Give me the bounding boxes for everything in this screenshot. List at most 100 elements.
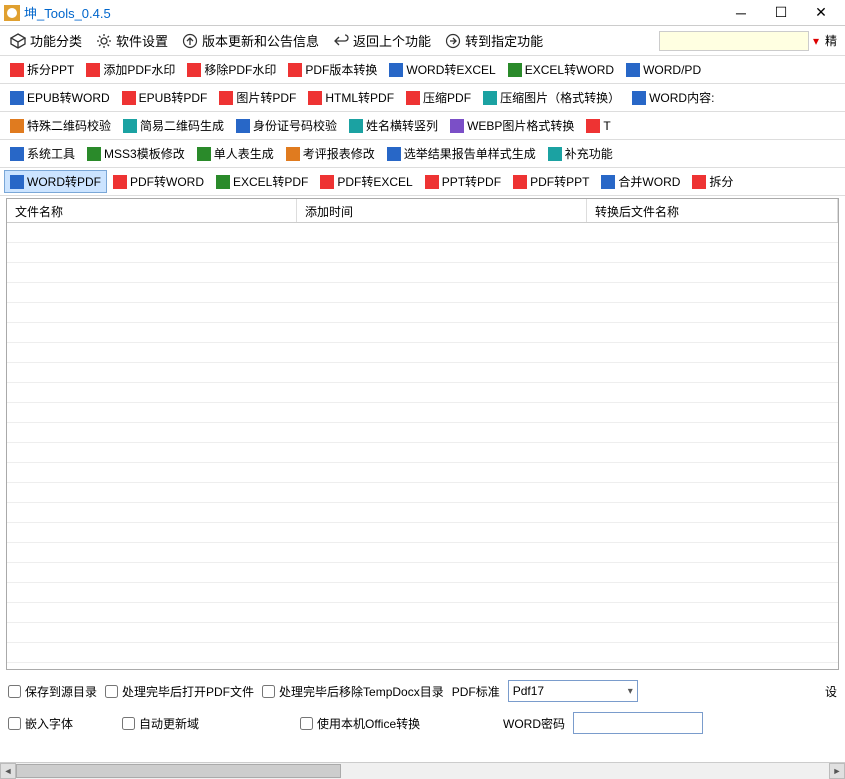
tool-ppt[interactable]: 拆分PPT	[4, 58, 80, 81]
window-title: 坤_Tools_0.4.5	[24, 3, 721, 22]
tool-wordexcel[interactable]: WORD转EXCEL	[383, 58, 501, 81]
tool-pdfexcel[interactable]: PDF转EXCEL	[314, 170, 418, 193]
back-arrow-icon	[333, 33, 349, 49]
tool-icon	[123, 119, 137, 133]
tool-label: 补充功能	[565, 145, 613, 162]
tool-[interactable]: 单人表生成	[191, 142, 280, 165]
table-body[interactable]	[7, 223, 838, 669]
chk-embed-font[interactable]: 嵌入字体	[8, 715, 114, 732]
col-outputname[interactable]: 转换后文件名称	[587, 199, 838, 222]
pdf-standard-combo[interactable]: Pdf17 ▾	[508, 680, 638, 702]
tool-[interactable]: 特殊二维码校验	[4, 114, 117, 137]
tool-label: 选举结果报告单样式生成	[404, 145, 536, 162]
tool-wordpd[interactable]: WORD/PD	[620, 60, 707, 80]
tool-label: 考评报表修改	[303, 145, 375, 162]
function-search-input[interactable]	[659, 31, 809, 51]
tool-icon	[632, 91, 646, 105]
tool-[interactable]: 系统工具	[4, 142, 81, 165]
tool-label: WORD/PD	[643, 63, 701, 77]
tool-label: PDF转EXCEL	[337, 173, 412, 190]
menu-label: 软件设置	[116, 31, 168, 50]
tool-epubpdf[interactable]: EPUB转PDF	[116, 86, 214, 109]
tool-pptpdf[interactable]: PPT转PDF	[419, 170, 507, 193]
scroll-right-button[interactable]: ►	[829, 763, 845, 779]
maximize-button[interactable]: ☐	[761, 1, 801, 25]
tool-pdfword[interactable]: PDF转WORD	[107, 170, 210, 193]
tool-excelpdf[interactable]: EXCEL转PDF	[210, 170, 314, 193]
close-button[interactable]: ✕	[801, 1, 841, 25]
tool-pdf[interactable]: 图片转PDF	[213, 86, 302, 109]
tool-pdf[interactable]: PDF版本转换	[282, 58, 383, 81]
tool-label: 身份证号码校验	[253, 117, 337, 134]
tool-mss3[interactable]: MSS3模板修改	[81, 142, 191, 165]
toolbar-row: 系统工具 MSS3模板修改单人表生成 考评报表修改 选举结果报告单样式生成 补充功能	[0, 140, 845, 168]
tool-label: MSS3模板修改	[104, 145, 185, 162]
tool-[interactable]: 补充功能	[542, 142, 619, 165]
tool-[interactable]: 简易二维码生成	[117, 114, 230, 137]
options-panel: 保存到源目录 处理完毕后打开PDF文件 处理完毕后移除TempDocx目录 PD…	[0, 676, 845, 738]
chk-remove-temp[interactable]: 处理完毕后移除TempDocx目录	[262, 683, 444, 700]
tool-excelword[interactable]: EXCEL转WORD	[502, 58, 620, 81]
title-bar: 坤_Tools_0.4.5 ─ ☐ ✕	[0, 0, 845, 26]
tool-[interactable]: 考评报表修改	[280, 142, 381, 165]
tool-t[interactable]: T	[580, 116, 616, 136]
tool-pdf[interactable]: 压缩PDF	[400, 86, 477, 109]
search-button[interactable]: 精	[821, 30, 841, 51]
word-password-input[interactable]	[573, 712, 703, 734]
toolbar-row: WORD转PDF PDF转WORD EXCEL转PDF PDF转EXCEL PPT转PD…	[0, 168, 845, 196]
tool-htmlpdf[interactable]: HTML转PDF	[302, 86, 400, 109]
tool-label: PDF转WORD	[130, 173, 204, 190]
tool-icon	[548, 147, 562, 161]
tool-label: 拆分	[709, 173, 733, 190]
search-marker: ▾	[813, 34, 819, 48]
menu-settings[interactable]: 软件设置	[90, 29, 174, 52]
tool-icon	[87, 147, 101, 161]
tool-epubword[interactable]: EPUB转WORD	[4, 86, 116, 109]
tool-icon	[601, 175, 615, 189]
horizontal-scrollbar[interactable]: ◄ ►	[0, 762, 845, 778]
chk-use-local-office[interactable]: 使用本机Office转换	[300, 715, 495, 732]
tool-[interactable]: 拆分	[686, 170, 739, 193]
tool-word[interactable]: 合并WORD	[595, 170, 686, 193]
tool-pdf[interactable]: 添加PDF水印	[80, 58, 181, 81]
up-arrow-icon	[182, 33, 198, 49]
tool-label: T	[603, 119, 610, 133]
tool-icon	[10, 63, 24, 77]
scroll-track[interactable]	[16, 763, 829, 779]
tool-[interactable]: 压缩图片（格式转换）	[477, 86, 626, 109]
tool-webp[interactable]: WEBP图片格式转换	[444, 114, 580, 137]
minimize-button[interactable]: ─	[721, 1, 761, 25]
tool-[interactable]: 身份证号码校验	[230, 114, 343, 137]
chk-auto-update-field[interactable]: 自动更新域	[122, 715, 292, 732]
tool-icon	[236, 119, 250, 133]
menu-update[interactable]: 版本更新和公告信息	[176, 29, 325, 52]
tool-icon	[122, 91, 136, 105]
col-filename[interactable]: 文件名称	[7, 199, 297, 222]
tool-pdfppt[interactable]: PDF转PPT	[507, 170, 595, 193]
tool-label: 移除PDF水印	[204, 61, 276, 78]
menu-goto[interactable]: 转到指定功能	[439, 29, 549, 52]
tool-icon	[86, 63, 100, 77]
tool-icon	[349, 119, 363, 133]
menu-back[interactable]: 返回上个功能	[327, 29, 437, 52]
tool-[interactable]: 选举结果报告单样式生成	[381, 142, 542, 165]
settings-link[interactable]: 设	[825, 683, 837, 700]
tool-label: EXCEL转PDF	[233, 173, 308, 190]
col-addtime[interactable]: 添加时间	[297, 199, 587, 222]
tool-pdf[interactable]: 移除PDF水印	[181, 58, 282, 81]
chk-open-after[interactable]: 处理完毕后打开PDF文件	[105, 683, 254, 700]
gear-icon	[96, 33, 112, 49]
menu-category[interactable]: 功能分类	[4, 29, 88, 52]
chk-save-to-source[interactable]: 保存到源目录	[8, 683, 97, 700]
tool-label: EPUB转WORD	[27, 89, 110, 106]
tool-word[interactable]: WORD内容:	[626, 86, 720, 109]
tool-label: PDF转PPT	[530, 173, 589, 190]
cube-icon	[10, 33, 26, 49]
tool-wordpdf[interactable]: WORD转PDF	[4, 170, 107, 193]
tool-icon	[10, 147, 24, 161]
tool-label: 添加PDF水印	[103, 61, 175, 78]
scroll-thumb[interactable]	[16, 764, 341, 778]
tool-[interactable]: 姓名横转竖列	[343, 114, 444, 137]
tool-icon	[216, 175, 230, 189]
scroll-left-button[interactable]: ◄	[0, 763, 16, 779]
